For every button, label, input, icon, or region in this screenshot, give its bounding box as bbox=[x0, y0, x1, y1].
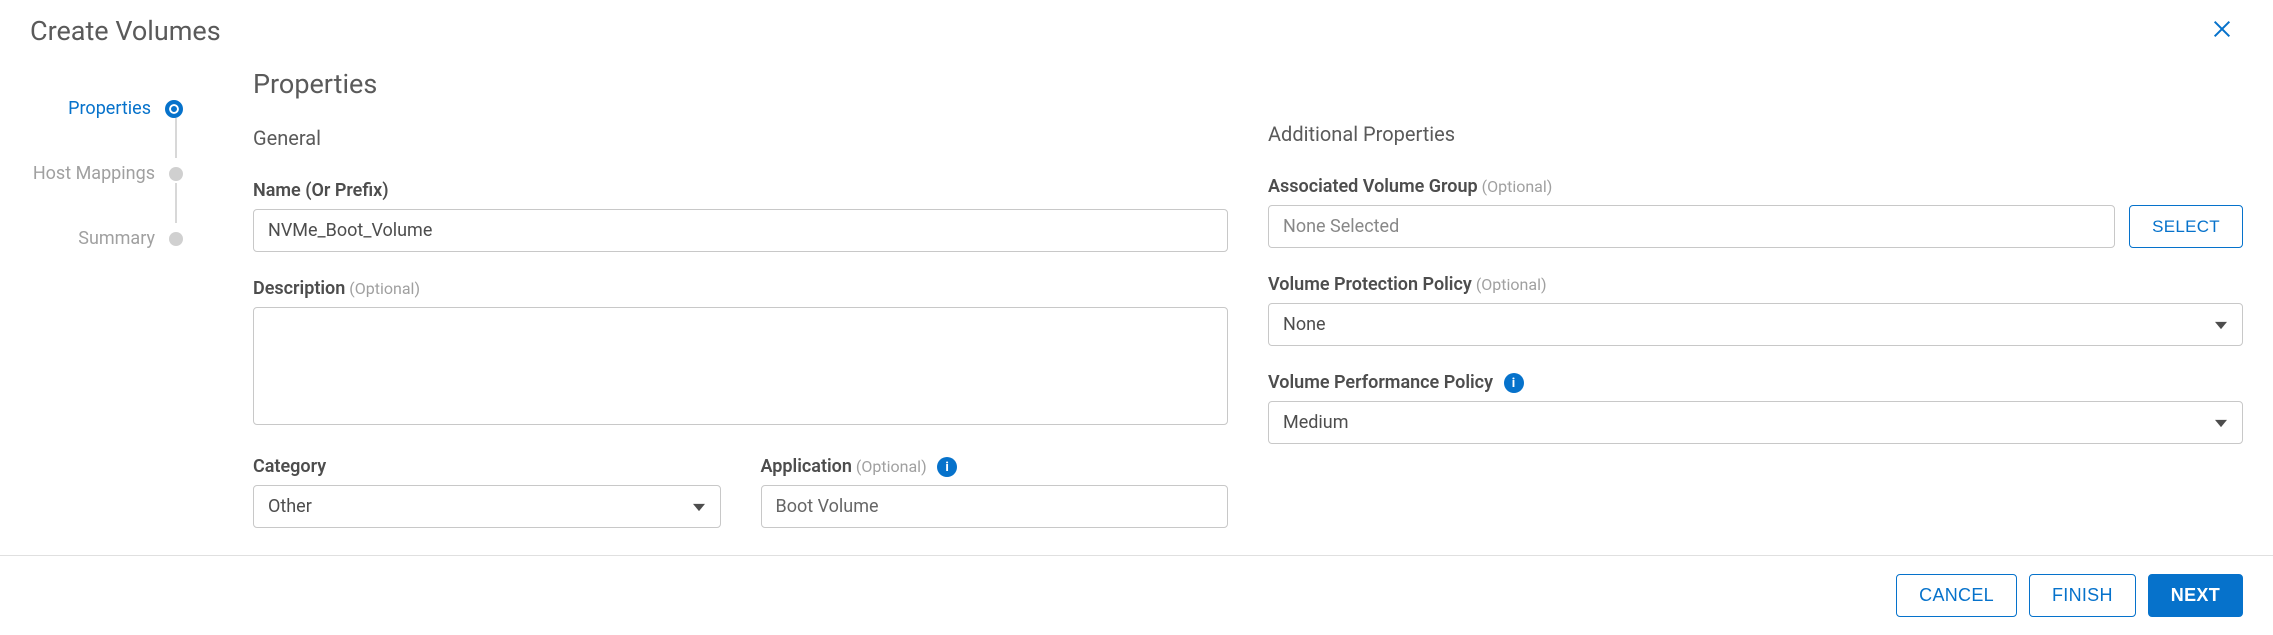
optional-hint: (Optional) bbox=[1476, 275, 1547, 294]
wizard-step-label: Host Mappings bbox=[33, 163, 155, 184]
wizard-step-properties[interactable]: Properties bbox=[0, 98, 183, 119]
wizard-step-dot-icon bbox=[169, 167, 183, 181]
additional-section-title: Additional Properties bbox=[1268, 122, 2243, 146]
wizard-step-dot-icon bbox=[169, 232, 183, 246]
wizard-step-connector bbox=[175, 183, 177, 223]
info-icon[interactable]: i bbox=[937, 457, 957, 477]
wizard-step-label: Properties bbox=[68, 98, 151, 119]
optional-hint: (Optional) bbox=[1482, 177, 1553, 196]
application-input[interactable] bbox=[761, 485, 1229, 528]
wizard-step-connector bbox=[175, 118, 177, 158]
form-main-title: Properties bbox=[253, 68, 1228, 100]
optional-hint: (Optional) bbox=[856, 457, 927, 476]
performance-policy-select[interactable]: Medium bbox=[1268, 401, 2243, 444]
finish-button[interactable]: FINISH bbox=[2029, 574, 2136, 617]
name-input[interactable] bbox=[253, 209, 1228, 252]
protection-policy-select[interactable]: None bbox=[1268, 303, 2243, 346]
dialog-title: Create Volumes bbox=[30, 15, 221, 47]
assoc-vg-display bbox=[1268, 205, 2115, 248]
info-icon[interactable]: i bbox=[1504, 373, 1524, 393]
assoc-vg-select-button[interactable]: SELECT bbox=[2129, 205, 2243, 248]
description-input[interactable] bbox=[253, 307, 1228, 425]
optional-hint: (Optional) bbox=[349, 279, 420, 298]
close-icon bbox=[2211, 18, 2233, 40]
close-button[interactable] bbox=[2201, 12, 2243, 50]
wizard-steps: Properties Host Mappings Summary bbox=[0, 58, 193, 555]
assoc-vg-label: Associated Volume Group(Optional) bbox=[1268, 176, 1552, 197]
protection-policy-label: Volume Protection Policy(Optional) bbox=[1268, 274, 1547, 295]
category-label: Category bbox=[253, 456, 326, 477]
dialog-footer: CANCEL FINISH NEXT bbox=[0, 555, 2273, 635]
name-label: Name (Or Prefix) bbox=[253, 180, 389, 201]
wizard-step-label: Summary bbox=[78, 228, 155, 249]
general-section-title: General bbox=[253, 126, 1228, 150]
description-label: Description(Optional) bbox=[253, 278, 420, 299]
wizard-step-dot-active-icon bbox=[165, 100, 183, 118]
wizard-step-host-mappings[interactable]: Host Mappings bbox=[0, 163, 183, 184]
performance-policy-label: Volume Performance Policy i bbox=[1268, 372, 1524, 393]
application-label: Application(Optional) i bbox=[761, 456, 958, 477]
next-button[interactable]: NEXT bbox=[2148, 574, 2243, 617]
cancel-button[interactable]: CANCEL bbox=[1896, 574, 2017, 617]
category-select[interactable]: Other bbox=[253, 485, 721, 528]
wizard-step-summary[interactable]: Summary bbox=[0, 228, 183, 249]
